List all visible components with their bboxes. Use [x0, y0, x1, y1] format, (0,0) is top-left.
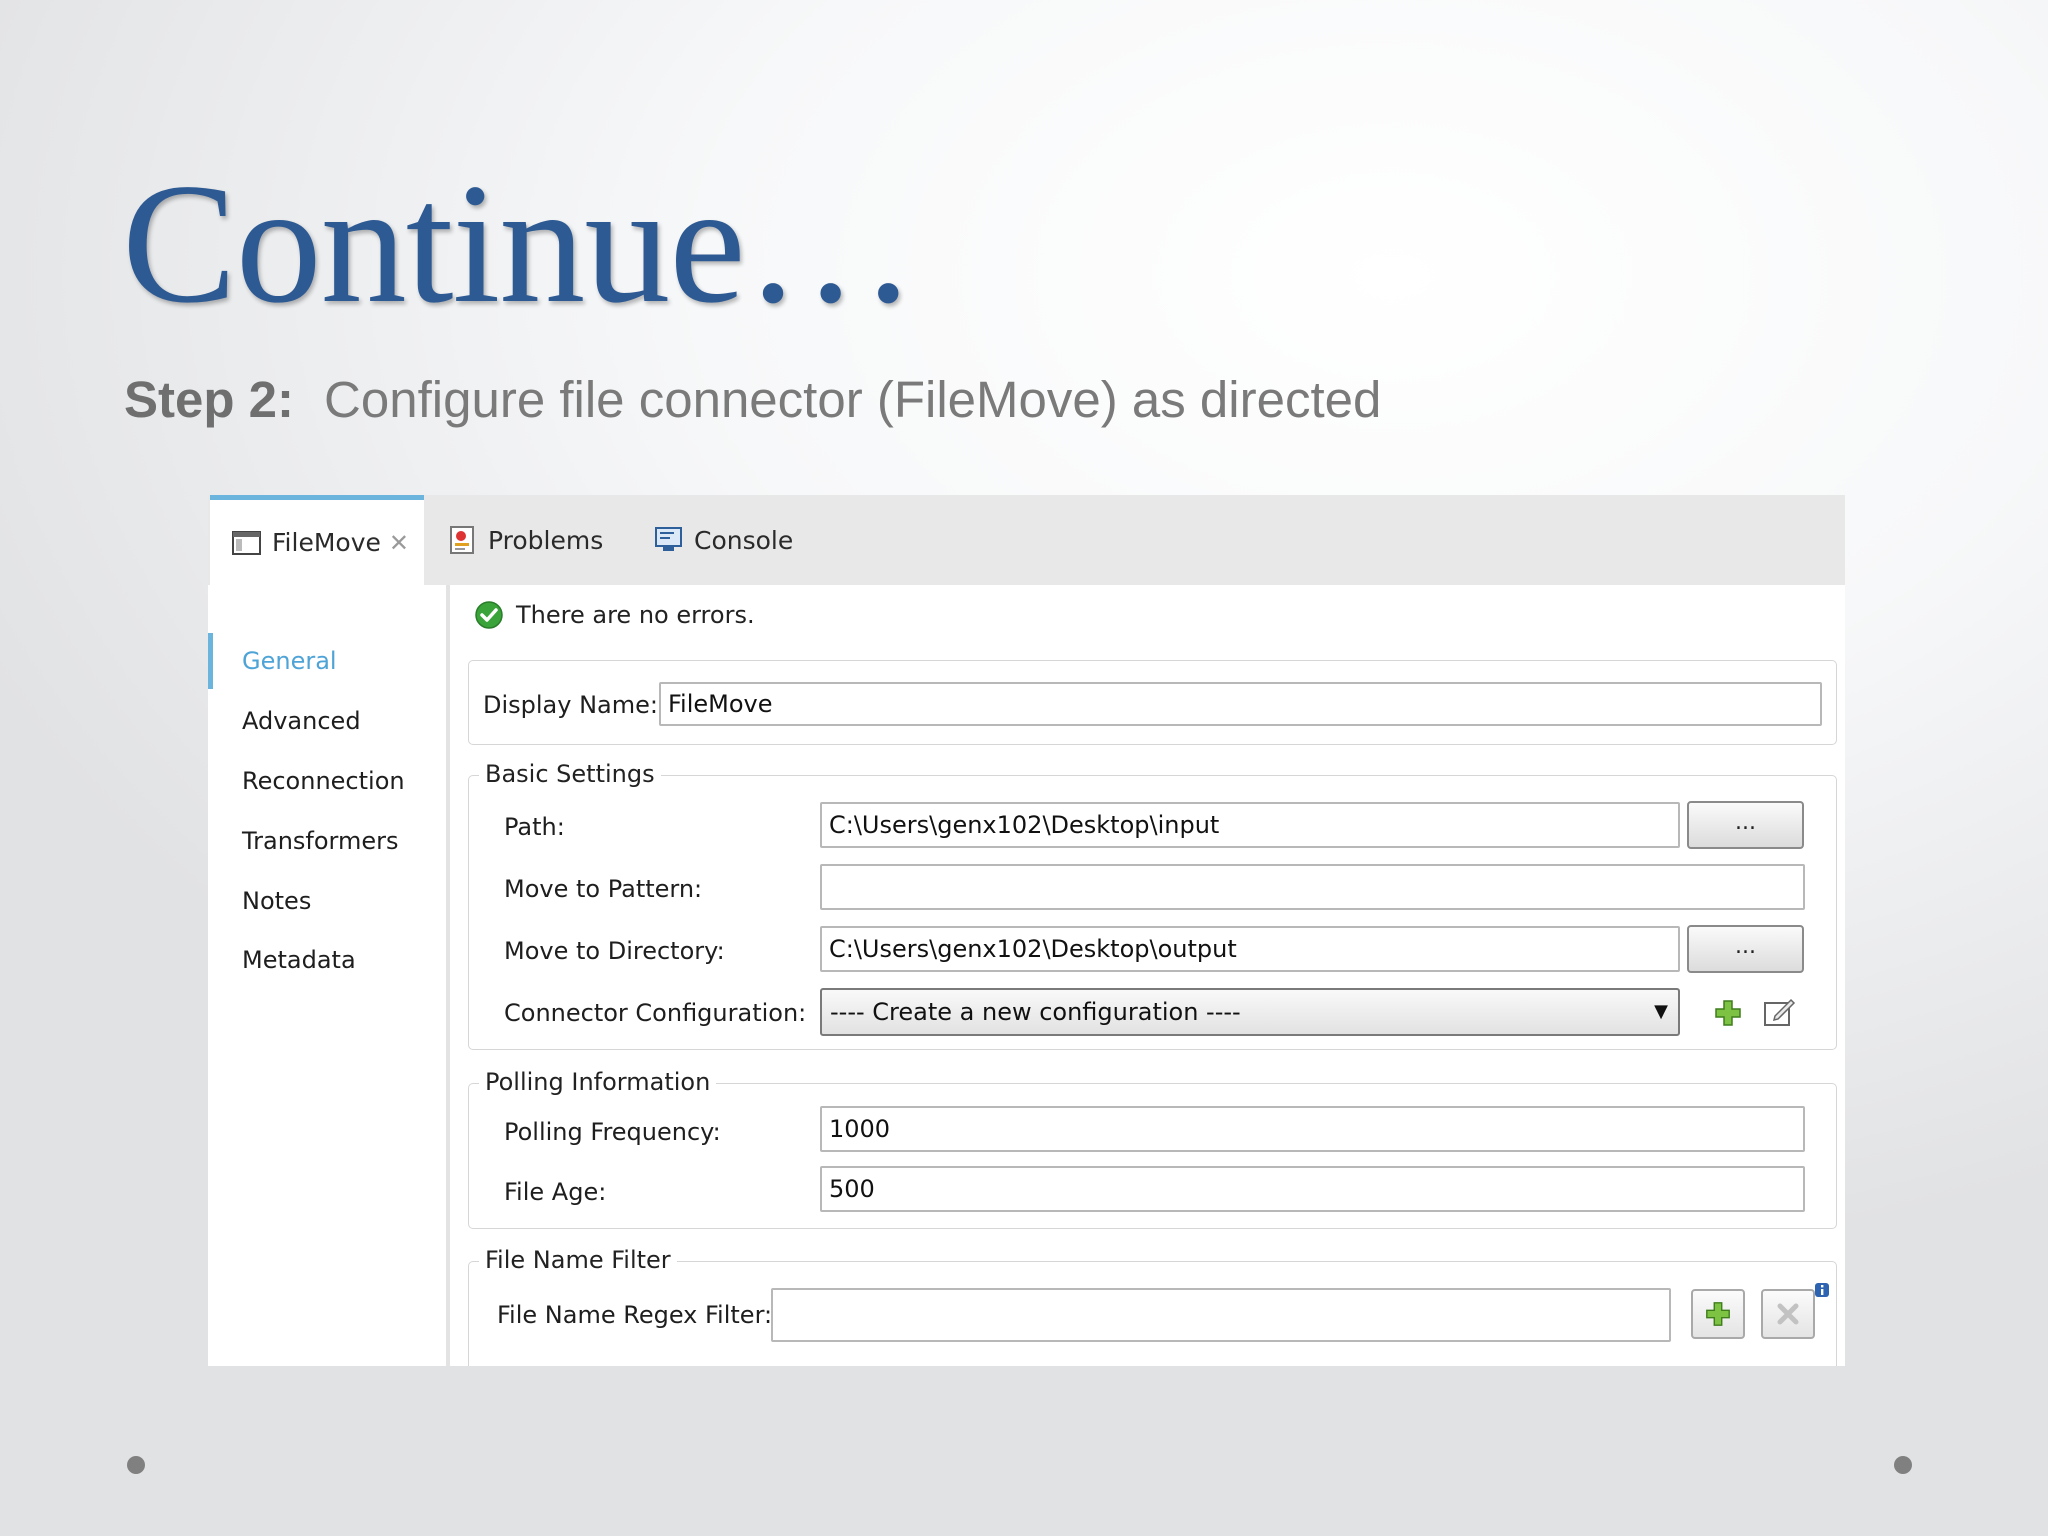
slide-subtitle: Step 2: Configure file connector (FileMov… — [124, 370, 1381, 429]
problems-icon — [448, 525, 478, 555]
file-age-input[interactable]: 500 — [820, 1166, 1805, 1212]
add-configuration-button[interactable] — [1711, 996, 1745, 1030]
subtitle-text: Configure file connector (FileMove) as d… — [324, 371, 1382, 428]
connector-configuration-label: Connector Configuration: — [504, 999, 807, 1027]
connector-properties-panel: FileMove ✕ Problems Console General Adva… — [208, 495, 1845, 1366]
regex-filter-label: File Name Regex Filter: — [497, 1301, 773, 1329]
subtitle-step: Step 2: — [124, 371, 295, 428]
sidebar-item-metadata[interactable]: Metadata — [208, 932, 438, 988]
path-browse-button[interactable]: ... — [1687, 801, 1804, 849]
tab-label: Console — [694, 525, 794, 555]
directory-browse-button[interactable]: ... — [1687, 925, 1804, 973]
sidebar-item-general[interactable]: General — [208, 633, 438, 689]
path-input[interactable]: C:\Users\genx102\Desktop\input — [820, 802, 1680, 848]
success-check-icon — [474, 600, 504, 630]
close-tab-icon[interactable]: ✕ — [389, 529, 409, 557]
tab-problems[interactable]: Problems — [448, 495, 603, 585]
move-to-pattern-label: Move to Pattern: — [504, 875, 703, 903]
sidebar-item-transformers[interactable]: Transformers — [208, 813, 438, 869]
sidebar-item-advanced[interactable]: Advanced — [208, 693, 438, 749]
tab-label: FileMove — [272, 528, 381, 557]
path-label: Path: — [504, 813, 565, 841]
polling-information-group: Polling Information Polling Frequency: 1… — [468, 1068, 1837, 1229]
remove-filter-button[interactable] — [1761, 1289, 1815, 1339]
general-settings-content: There are no errors. Display Name: FileM… — [450, 585, 1845, 1366]
regex-filter-input[interactable] — [771, 1288, 1671, 1342]
move-to-directory-input[interactable]: C:\Users\genx102\Desktop\output — [820, 926, 1680, 972]
status-message: There are no errors. — [516, 601, 755, 629]
tab-console[interactable]: Console — [654, 495, 793, 585]
slide-title: Continue… — [122, 149, 917, 339]
slide-bullet-right — [1894, 1456, 1912, 1474]
display-name-input[interactable]: FileMove — [659, 682, 1822, 726]
editor-tab-bar: FileMove ✕ Problems Console — [208, 495, 1845, 585]
polling-information-legend: Polling Information — [479, 1068, 717, 1096]
sidebar-item-notes[interactable]: Notes — [208, 873, 438, 929]
file-age-label: File Age: — [504, 1178, 607, 1206]
edit-configuration-button[interactable] — [1761, 994, 1799, 1030]
delete-icon — [1777, 1303, 1799, 1325]
validation-status: There are no errors. — [474, 595, 755, 635]
polling-frequency-label: Polling Frequency: — [504, 1118, 721, 1146]
basic-settings-group: Basic Settings Path: C:\Users\genx102\De… — [468, 760, 1837, 1050]
edit-icon — [1764, 998, 1796, 1026]
window-icon — [232, 530, 262, 556]
move-to-directory-label: Move to Directory: — [504, 937, 725, 965]
connector-configuration-value: ---- Create a new configuration ---- — [830, 998, 1241, 1026]
file-name-filter-group: File Name Filter File Name Regex Filter: — [468, 1246, 1837, 1366]
plus-icon — [1706, 1302, 1730, 1326]
display-name-group: Display Name: FileMove — [468, 660, 1837, 745]
connector-configuration-select[interactable]: ---- Create a new configuration ---- ▼ — [820, 988, 1680, 1036]
info-icon[interactable] — [1814, 1282, 1830, 1298]
tab-filemove[interactable]: FileMove ✕ — [210, 495, 424, 585]
file-name-filter-legend: File Name Filter — [479, 1246, 677, 1274]
console-icon — [654, 526, 684, 554]
slide-bullet-left — [127, 1456, 145, 1474]
plus-icon — [1715, 1000, 1741, 1026]
tab-label: Problems — [488, 525, 604, 555]
polling-frequency-input[interactable]: 1000 — [820, 1106, 1805, 1152]
basic-settings-legend: Basic Settings — [479, 760, 661, 788]
dropdown-caret-icon: ▼ — [1654, 1001, 1668, 1022]
sidebar-item-reconnection[interactable]: Reconnection — [208, 753, 438, 809]
move-to-pattern-input[interactable] — [820, 864, 1805, 910]
properties-sidebar: General Advanced Reconnection Transforme… — [208, 585, 450, 1366]
display-name-label: Display Name: — [483, 691, 658, 719]
add-filter-button[interactable] — [1691, 1289, 1745, 1339]
